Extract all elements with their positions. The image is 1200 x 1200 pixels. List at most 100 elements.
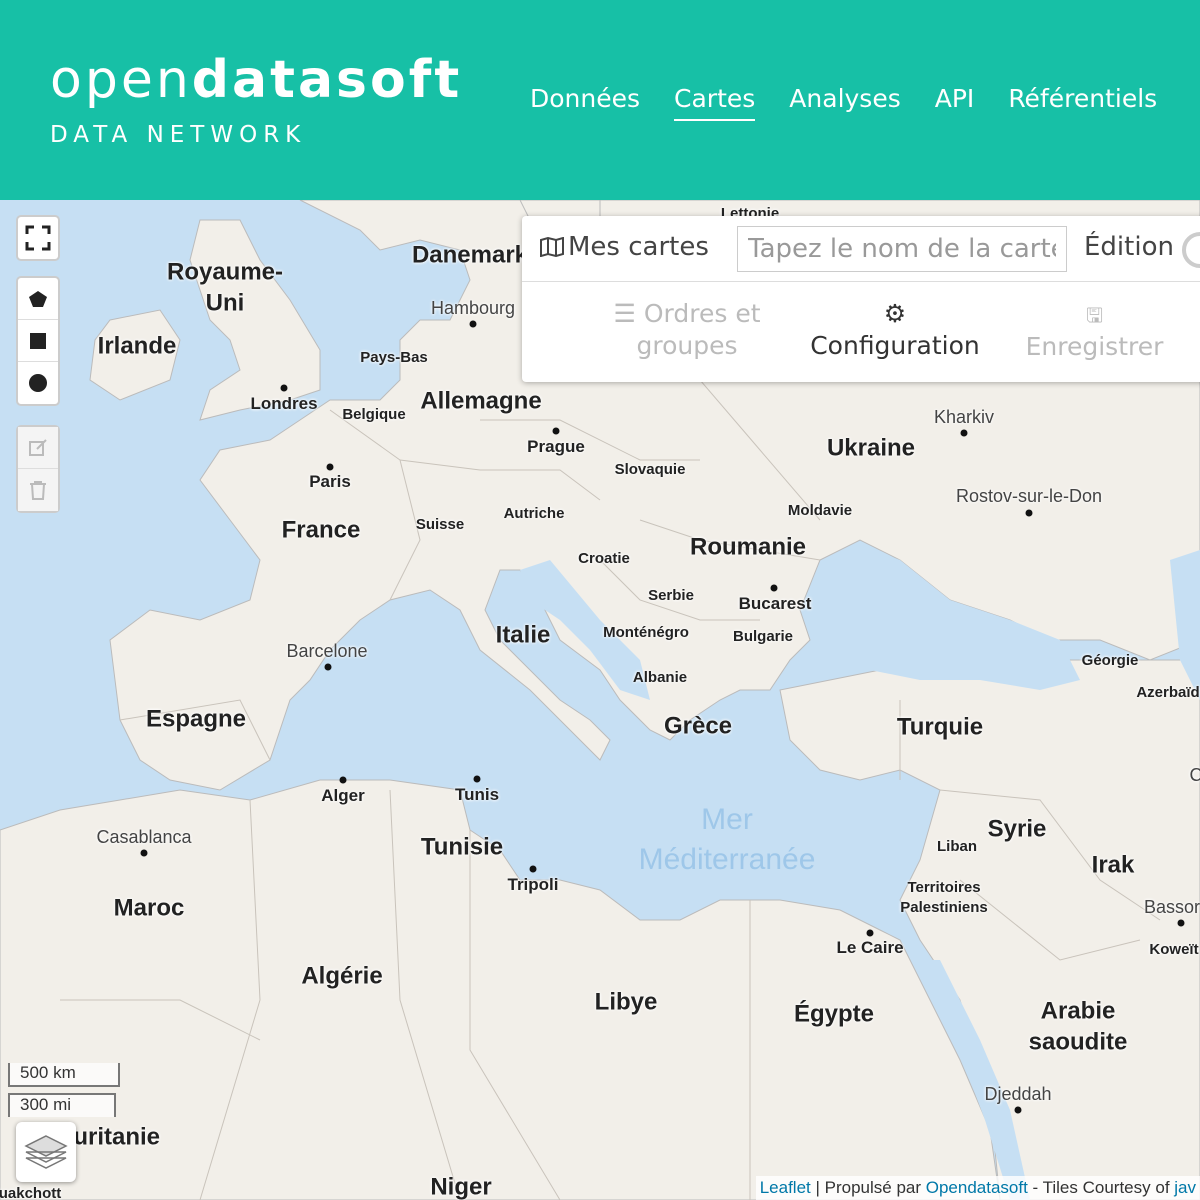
list-icon: ☰ — [613, 299, 636, 328]
city-dot-rostov — [1025, 509, 1033, 517]
label-espagne: Espagne — [145, 705, 247, 733]
map-name-input[interactable] — [737, 226, 1067, 272]
scale-metric: 500 km — [8, 1063, 120, 1087]
label-bucarest: Bucarest — [738, 593, 812, 613]
logo-text-open: open — [50, 50, 192, 110]
label-territoires-1: Territoires — [907, 879, 981, 896]
scale-imperial: 300 mi — [8, 1093, 116, 1117]
fullscreen-icon[interactable] — [18, 217, 58, 259]
label-turquie: Turquie — [896, 713, 984, 741]
label-c-partial: C — [1189, 765, 1200, 786]
nav-referentiels[interactable]: Référentiels — [1008, 84, 1157, 121]
panel-header: Mes cartes Édition — [522, 216, 1200, 282]
label-territoires-2: Palestiniens — [900, 899, 988, 916]
nav-donnees[interactable]: Données — [530, 84, 640, 121]
my-maps-button[interactable]: Mes cartes — [540, 232, 709, 262]
nav-cartes[interactable]: Cartes — [674, 84, 756, 121]
label-alger: Alger — [321, 785, 365, 805]
nav-api[interactable]: API — [935, 84, 975, 121]
map-editor-panel: Mes cartes Édition ☰ Ordres et groupes ⚙… — [522, 216, 1200, 382]
label-ukraine: Ukraine — [826, 434, 916, 462]
attribution-tiles: - Tiles Courtesy of — [1027, 1178, 1175, 1197]
label-montenegro: Monténégro — [603, 624, 689, 641]
city-dot-londres — [280, 384, 288, 392]
save-icon: 🖫 — [1085, 303, 1104, 327]
label-algerie: Algérie — [301, 962, 383, 990]
label-pays-bas: Pays-Bas — [360, 349, 428, 366]
label-syrie: Syrie — [987, 815, 1047, 843]
label-irak: Irak — [1091, 851, 1135, 879]
label-hambourg: Hambourg — [430, 298, 516, 319]
opendatasoft-logo[interactable]: opendatasoft DATA NETWORK — [50, 50, 462, 148]
layers-icon[interactable] — [16, 1122, 76, 1182]
label-croatie: Croatie — [578, 550, 630, 567]
label-autriche: Autriche — [503, 505, 565, 522]
label-mer: Mer — [701, 803, 753, 836]
draw-toolbar — [16, 276, 60, 406]
label-france: France — [281, 516, 361, 544]
nav-analyses[interactable]: Analyses — [789, 84, 900, 121]
city-dot-le-caire — [866, 929, 874, 937]
trash-icon[interactable] — [18, 469, 58, 511]
circle-icon[interactable] — [18, 362, 58, 404]
label-casablanca: Casablanca — [96, 827, 192, 848]
label-allemagne: Allemagne — [420, 387, 542, 415]
configuration-button[interactable]: ⚙ Configuration — [805, 298, 985, 362]
rectangle-icon[interactable] — [18, 320, 58, 362]
label-albanie: Albanie — [632, 669, 688, 686]
city-dot-kharkiv — [960, 429, 968, 437]
city-dot-alger — [339, 776, 347, 784]
label-nouakchott: Nouakchott — [0, 1185, 62, 1200]
city-dot-tunis — [473, 775, 481, 783]
label-royaume-uni-2: Uni — [205, 289, 245, 317]
polygon-icon[interactable] — [18, 278, 58, 320]
label-tripoli: Tripoli — [507, 874, 559, 894]
orders-groups-label-2: groupes — [636, 331, 738, 360]
city-dot-barcelone — [324, 663, 332, 671]
logo-text-datasoft: datasoft — [191, 50, 463, 110]
label-londres: Londres — [250, 393, 318, 413]
label-tunis: Tunis — [454, 784, 500, 804]
label-maroc: Maroc — [113, 894, 185, 922]
tiles-link[interactable]: jav — [1174, 1178, 1196, 1197]
label-suisse: Suisse — [415, 516, 465, 533]
my-maps-label: Mes cartes — [568, 232, 709, 262]
label-prague: Prague — [527, 436, 585, 456]
label-arabie-2: saoudite — [1028, 1028, 1128, 1056]
label-bulgarie: Bulgarie — [732, 628, 794, 645]
orders-groups-button[interactable]: ☰ Ordres et groupes — [572, 298, 802, 362]
fullscreen-control — [16, 215, 60, 261]
label-barcelone: Barcelone — [286, 641, 368, 662]
label-djeddah: Djeddah — [984, 1084, 1052, 1105]
label-koweit: Koweït — [1149, 941, 1199, 958]
edition-toggle[interactable] — [1182, 232, 1200, 268]
leaflet-link[interactable]: Leaflet — [760, 1178, 811, 1197]
label-liban: Liban — [937, 838, 977, 855]
label-rostov: Rostov-sur-le-Don — [955, 486, 1103, 507]
city-dot-prague — [552, 427, 560, 435]
edit-toolbar — [16, 425, 60, 513]
label-italie: Italie — [495, 621, 551, 649]
save-label: Enregistrer — [1025, 332, 1164, 361]
city-dot-djeddah — [1014, 1106, 1022, 1114]
city-dot-casablanca — [140, 849, 148, 857]
city-dot-bucarest — [770, 584, 778, 592]
opendatasoft-link[interactable]: Opendatasoft — [926, 1178, 1028, 1197]
label-mediterranee: Méditerranée — [638, 843, 816, 876]
city-dot-hambourg — [469, 320, 477, 328]
label-niger: Niger — [430, 1173, 492, 1200]
city-dot-paris — [326, 463, 334, 471]
label-bassora: Bassor — [1143, 897, 1200, 918]
edit-icon[interactable] — [18, 427, 58, 469]
label-roumanie: Roumanie — [689, 533, 807, 561]
gear-icon: ⚙ — [883, 299, 907, 328]
save-button[interactable]: 🖫 Enregistrer — [1012, 298, 1177, 363]
label-serbie: Serbie — [648, 587, 694, 604]
label-royaume-uni-1: Royaume- — [166, 258, 284, 286]
label-azerbaidjan: Azerbaïd — [1136, 684, 1200, 701]
label-paris: Paris — [309, 471, 351, 491]
label-arabie-1: Arabie — [1040, 997, 1116, 1025]
label-libye: Libye — [594, 988, 658, 1016]
label-moldavie: Moldavie — [787, 502, 853, 519]
city-dot-tripoli — [529, 865, 537, 873]
